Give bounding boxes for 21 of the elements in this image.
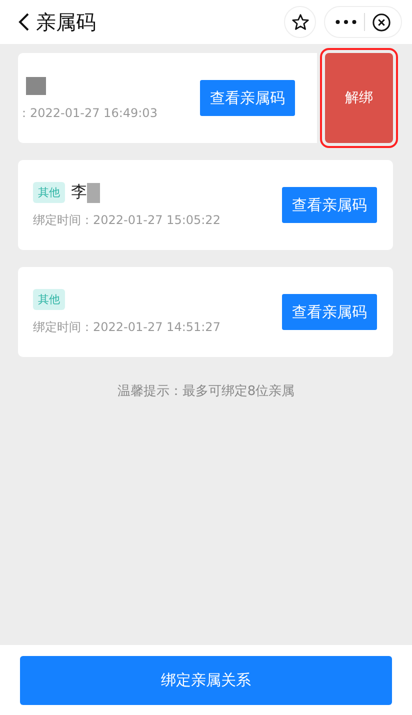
unbind-button[interactable]: 解绑 — [325, 53, 393, 143]
relative-card[interactable]: 其他 李 绑定时间：2022-01-27 15:05:22 查看亲属码 — [18, 160, 393, 250]
view-code-button[interactable]: 查看亲属码 — [282, 187, 377, 223]
hint-text: 温馨提示：最多可绑定8位亲属 — [116, 383, 296, 400]
more-icon[interactable] — [334, 19, 357, 25]
view-code-button[interactable]: 查看亲属码 — [200, 80, 295, 116]
bind-relative-button[interactable]: 绑定亲属关系 — [20, 656, 392, 704]
relative-card[interactable]: ：2022-01-27 16:49:03 查看亲属码 — [18, 53, 317, 143]
back-icon[interactable] — [18, 12, 30, 32]
bind-time: 绑定时间：2022-01-27 15:05:22 — [33, 212, 222, 228]
view-code-button[interactable]: 查看亲属码 — [282, 294, 377, 330]
star-icon — [290, 12, 310, 32]
page-title: 亲属码 — [36, 8, 96, 36]
close-icon[interactable] — [372, 12, 392, 32]
relative-card[interactable]: 其他 绑定时间：2022-01-27 14:51:27 查看亲属码 — [18, 267, 393, 357]
relative-name: 李 — [71, 182, 87, 203]
relation-tag: 其他 — [33, 182, 65, 203]
relation-tag: 其他 — [33, 289, 65, 310]
bind-time: 绑定时间：2022-01-27 14:51:27 — [33, 318, 222, 336]
favorite-button[interactable] — [284, 6, 316, 38]
bind-time: ：2022-01-27 16:49:03 — [18, 104, 158, 122]
